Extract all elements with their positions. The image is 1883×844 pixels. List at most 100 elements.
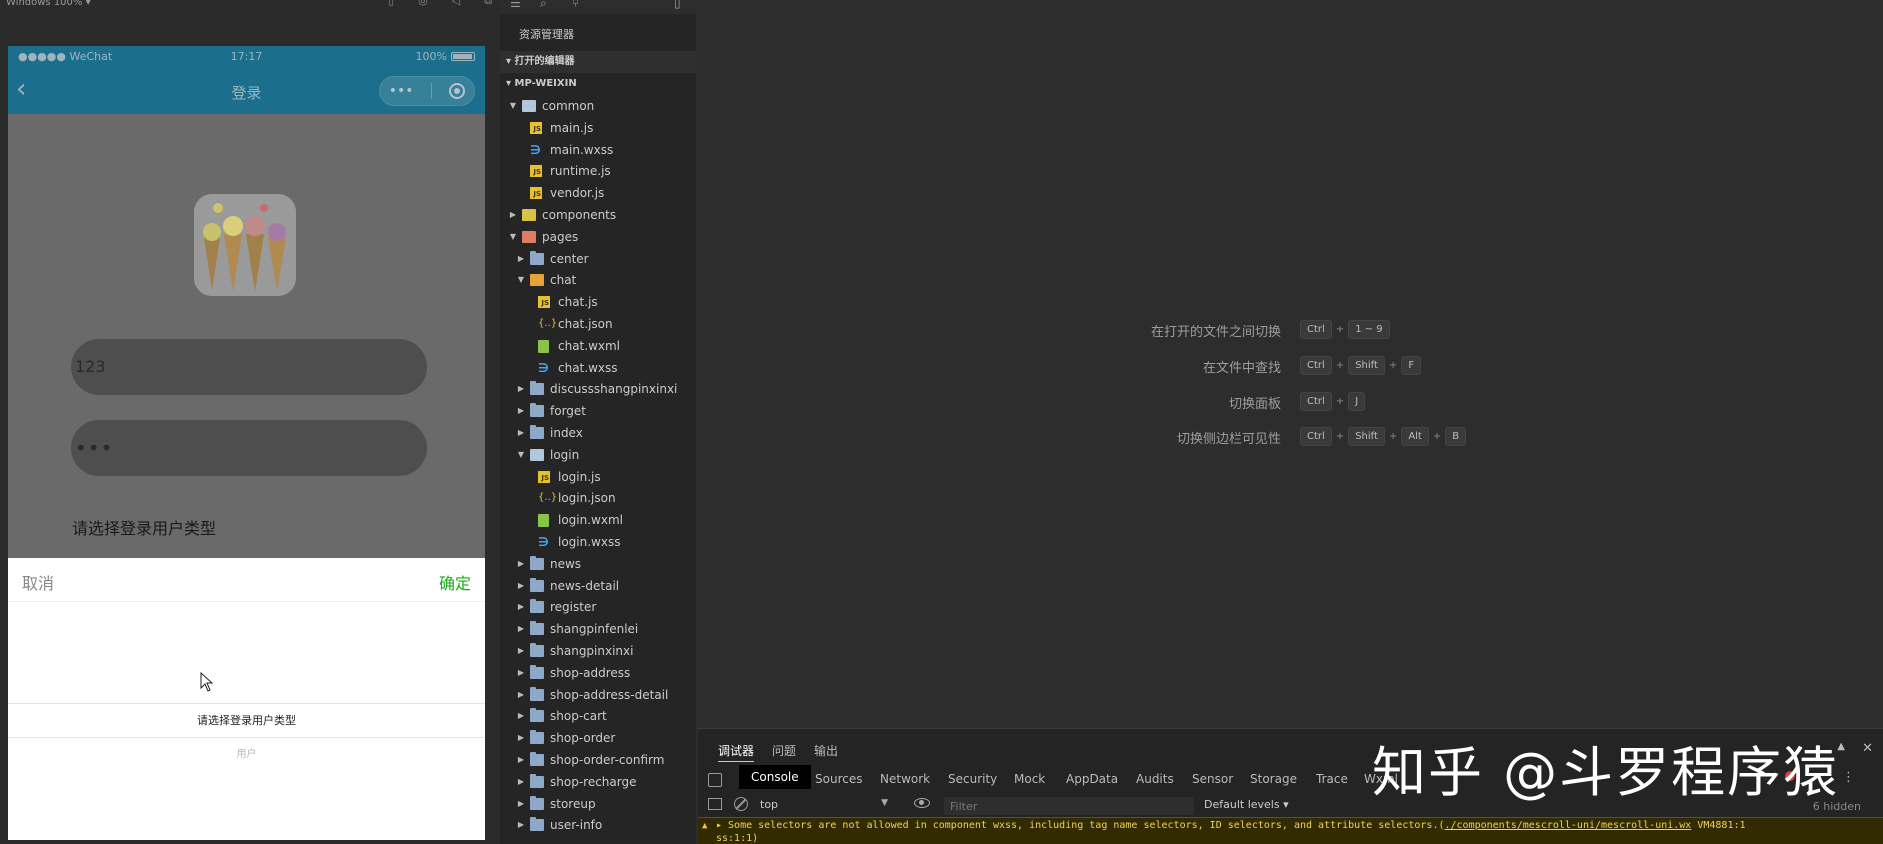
warning-vm-link[interactable]: VM4881:1 [1691,820,1745,831]
tree-folder[interactable]: ▶ shop-cart [500,705,696,727]
tree-file[interactable]: ∋ chat.wxss [500,357,696,379]
picker-option[interactable]: 用户 [8,745,485,760]
tree-file[interactable]: chat.wxml [500,335,696,357]
tree-file[interactable]: JS vendor.js [500,182,696,204]
tree-folder[interactable]: ▼ chat [500,269,696,291]
sidebar-toggle-icon[interactable] [708,798,722,810]
clear-console-icon[interactable] [734,797,748,811]
tree-folder[interactable]: ▶ index [500,422,696,444]
keycap: Shift [1348,427,1385,446]
tree-folder[interactable]: ▶ shop-order [500,727,696,749]
tree-folder[interactable]: ▶ shop-address-detail [500,684,696,706]
tree-folder[interactable]: ▶ shop-order-confirm [500,749,696,771]
more-vertical-icon[interactable]: ⋮ [1842,770,1855,785]
tree-folder[interactable]: ▶ components [500,204,696,226]
tree-file[interactable]: JS main.js [500,117,696,139]
close-panel-icon[interactable]: ✕ [1862,741,1873,756]
tree-file[interactable]: login.wxml [500,509,696,531]
sound-icon[interactable]: ◁ [452,0,460,6]
tree-folder[interactable]: ▶ storeup [500,793,696,815]
tab-storage[interactable]: Storage [1250,770,1297,788]
layout-icon[interactable]: ▯ [674,0,681,10]
chevron-right-icon: ▶ [517,602,525,612]
tree-folder[interactable]: ▼ pages [500,226,696,248]
tab-security[interactable]: Security [948,770,997,788]
picker-option-selected[interactable]: 请选择登录用户类型 [8,712,485,728]
tree-folder[interactable]: ▶ shop-recharge [500,771,696,793]
tree-folder[interactable]: ▶ shangpinfenlei [500,618,696,640]
username-input[interactable]: 123 [71,339,427,395]
picker-cancel-button[interactable]: 取消 [22,570,54,594]
tree-folder[interactable]: ▶ forget [500,400,696,422]
tree-folder[interactable]: ▶ discussshangpinxinxi [500,378,696,400]
tree-file[interactable]: JS runtime.js [500,160,696,182]
log-levels-select[interactable]: Default levels ▾ [1204,798,1289,811]
tree-folder[interactable]: ▶ shangpinxinxi [500,640,696,662]
tab-sensor[interactable]: Sensor [1192,770,1233,788]
tree-folder[interactable]: ▶ news [500,553,696,575]
zoom-select[interactable]: Windows 100% ▾ [6,0,91,8]
tree-file[interactable]: JS login.js [500,466,696,488]
tree-item-label: components [542,208,617,222]
tree-file[interactable]: {..} login.json [500,487,696,509]
tree-file[interactable]: {..} chat.json [500,313,696,335]
folder-icon [530,621,544,636]
picker-confirm-button[interactable]: 确定 [439,570,471,594]
tab-mock[interactable]: Mock [1014,770,1045,788]
tree-file[interactable]: ∋ main.wxss [500,139,696,161]
filter-input[interactable] [944,797,1194,815]
tree-folder[interactable]: ▼ login [500,444,696,466]
tree-item-label: center [550,251,589,266]
tree-folder[interactable]: ▶ news-detail [500,575,696,597]
chevron-down-icon: ▼ [517,449,525,459]
warning-source-link[interactable]: ./components/mescroll-uni/mescroll-uni.w… [1444,820,1691,831]
inspect-element-icon[interactable] [708,773,722,787]
tab-audits[interactable]: Audits [1136,770,1174,788]
folder-icon [530,795,544,810]
tree-folder[interactable]: ▶ shop-address [500,662,696,684]
tab-output[interactable]: 输出 [814,742,838,759]
tree-file[interactable]: JS chat.js [500,291,696,313]
picker-indicator-bottom [8,737,485,738]
eye-icon[interactable] [914,798,930,808]
password-input[interactable]: ••• [71,420,427,476]
source-control-icon[interactable]: ⑂ [572,0,579,10]
close-capsule-icon[interactable] [449,83,466,99]
record-icon[interactable]: ◎ [418,0,428,6]
clock-label: 17:17 [230,50,263,63]
more-dots-icon[interactable]: ••• [389,83,414,99]
window-icon[interactable]: ⧉ [484,0,492,6]
folder-icon [530,274,544,287]
status-bar: ●●●●● WeChat 17:17 100% [8,46,485,68]
chevron-down-icon: ▼ [509,231,517,241]
chevron-right-icon: ▶ [517,384,525,394]
tab-appdata[interactable]: AppData [1066,770,1118,788]
explorer-icon[interactable]: ☰ [510,0,521,10]
battery-label: 100% [415,50,447,63]
tab-sources[interactable]: Sources [815,770,862,788]
tab-network[interactable]: Network [880,770,930,788]
phone-icon[interactable]: ▯ [388,0,394,6]
project-section[interactable]: ▾ MP-WEIXIN [500,73,696,95]
tree-folder[interactable]: ▶ user-info [500,814,696,836]
tab-trace[interactable]: Trace [1316,770,1348,788]
tab-problems[interactable]: 问题 [772,742,796,759]
tree-folder[interactable]: ▶ register [500,596,696,618]
warning-icon: ▲ [702,821,708,831]
tab-console[interactable]: Console [739,765,811,789]
tree-item-label: login.json [558,491,616,506]
context-select[interactable]: top ▼ [760,798,894,814]
search-icon[interactable]: ⌕ [540,0,547,11]
tree-file[interactable]: ∋ login.wxss [500,531,696,553]
folder-icon [530,250,544,265]
role-select-label[interactable]: 请选择登录用户类型 [72,515,216,539]
tree-item-label: shop-address-detail [550,687,669,702]
folder-icon [530,448,544,461]
tree-folder[interactable]: ▼ common [500,95,696,117]
keycap: Ctrl [1300,392,1332,411]
tree-item-label: pages [542,229,579,244]
js-file-icon: JS [538,296,550,309]
tree-folder[interactable]: ▶ center [500,248,696,270]
tab-debugger[interactable]: 调试器 [718,742,755,762]
open-editors-section[interactable]: ▾ 打开的编辑器 [500,51,696,73]
